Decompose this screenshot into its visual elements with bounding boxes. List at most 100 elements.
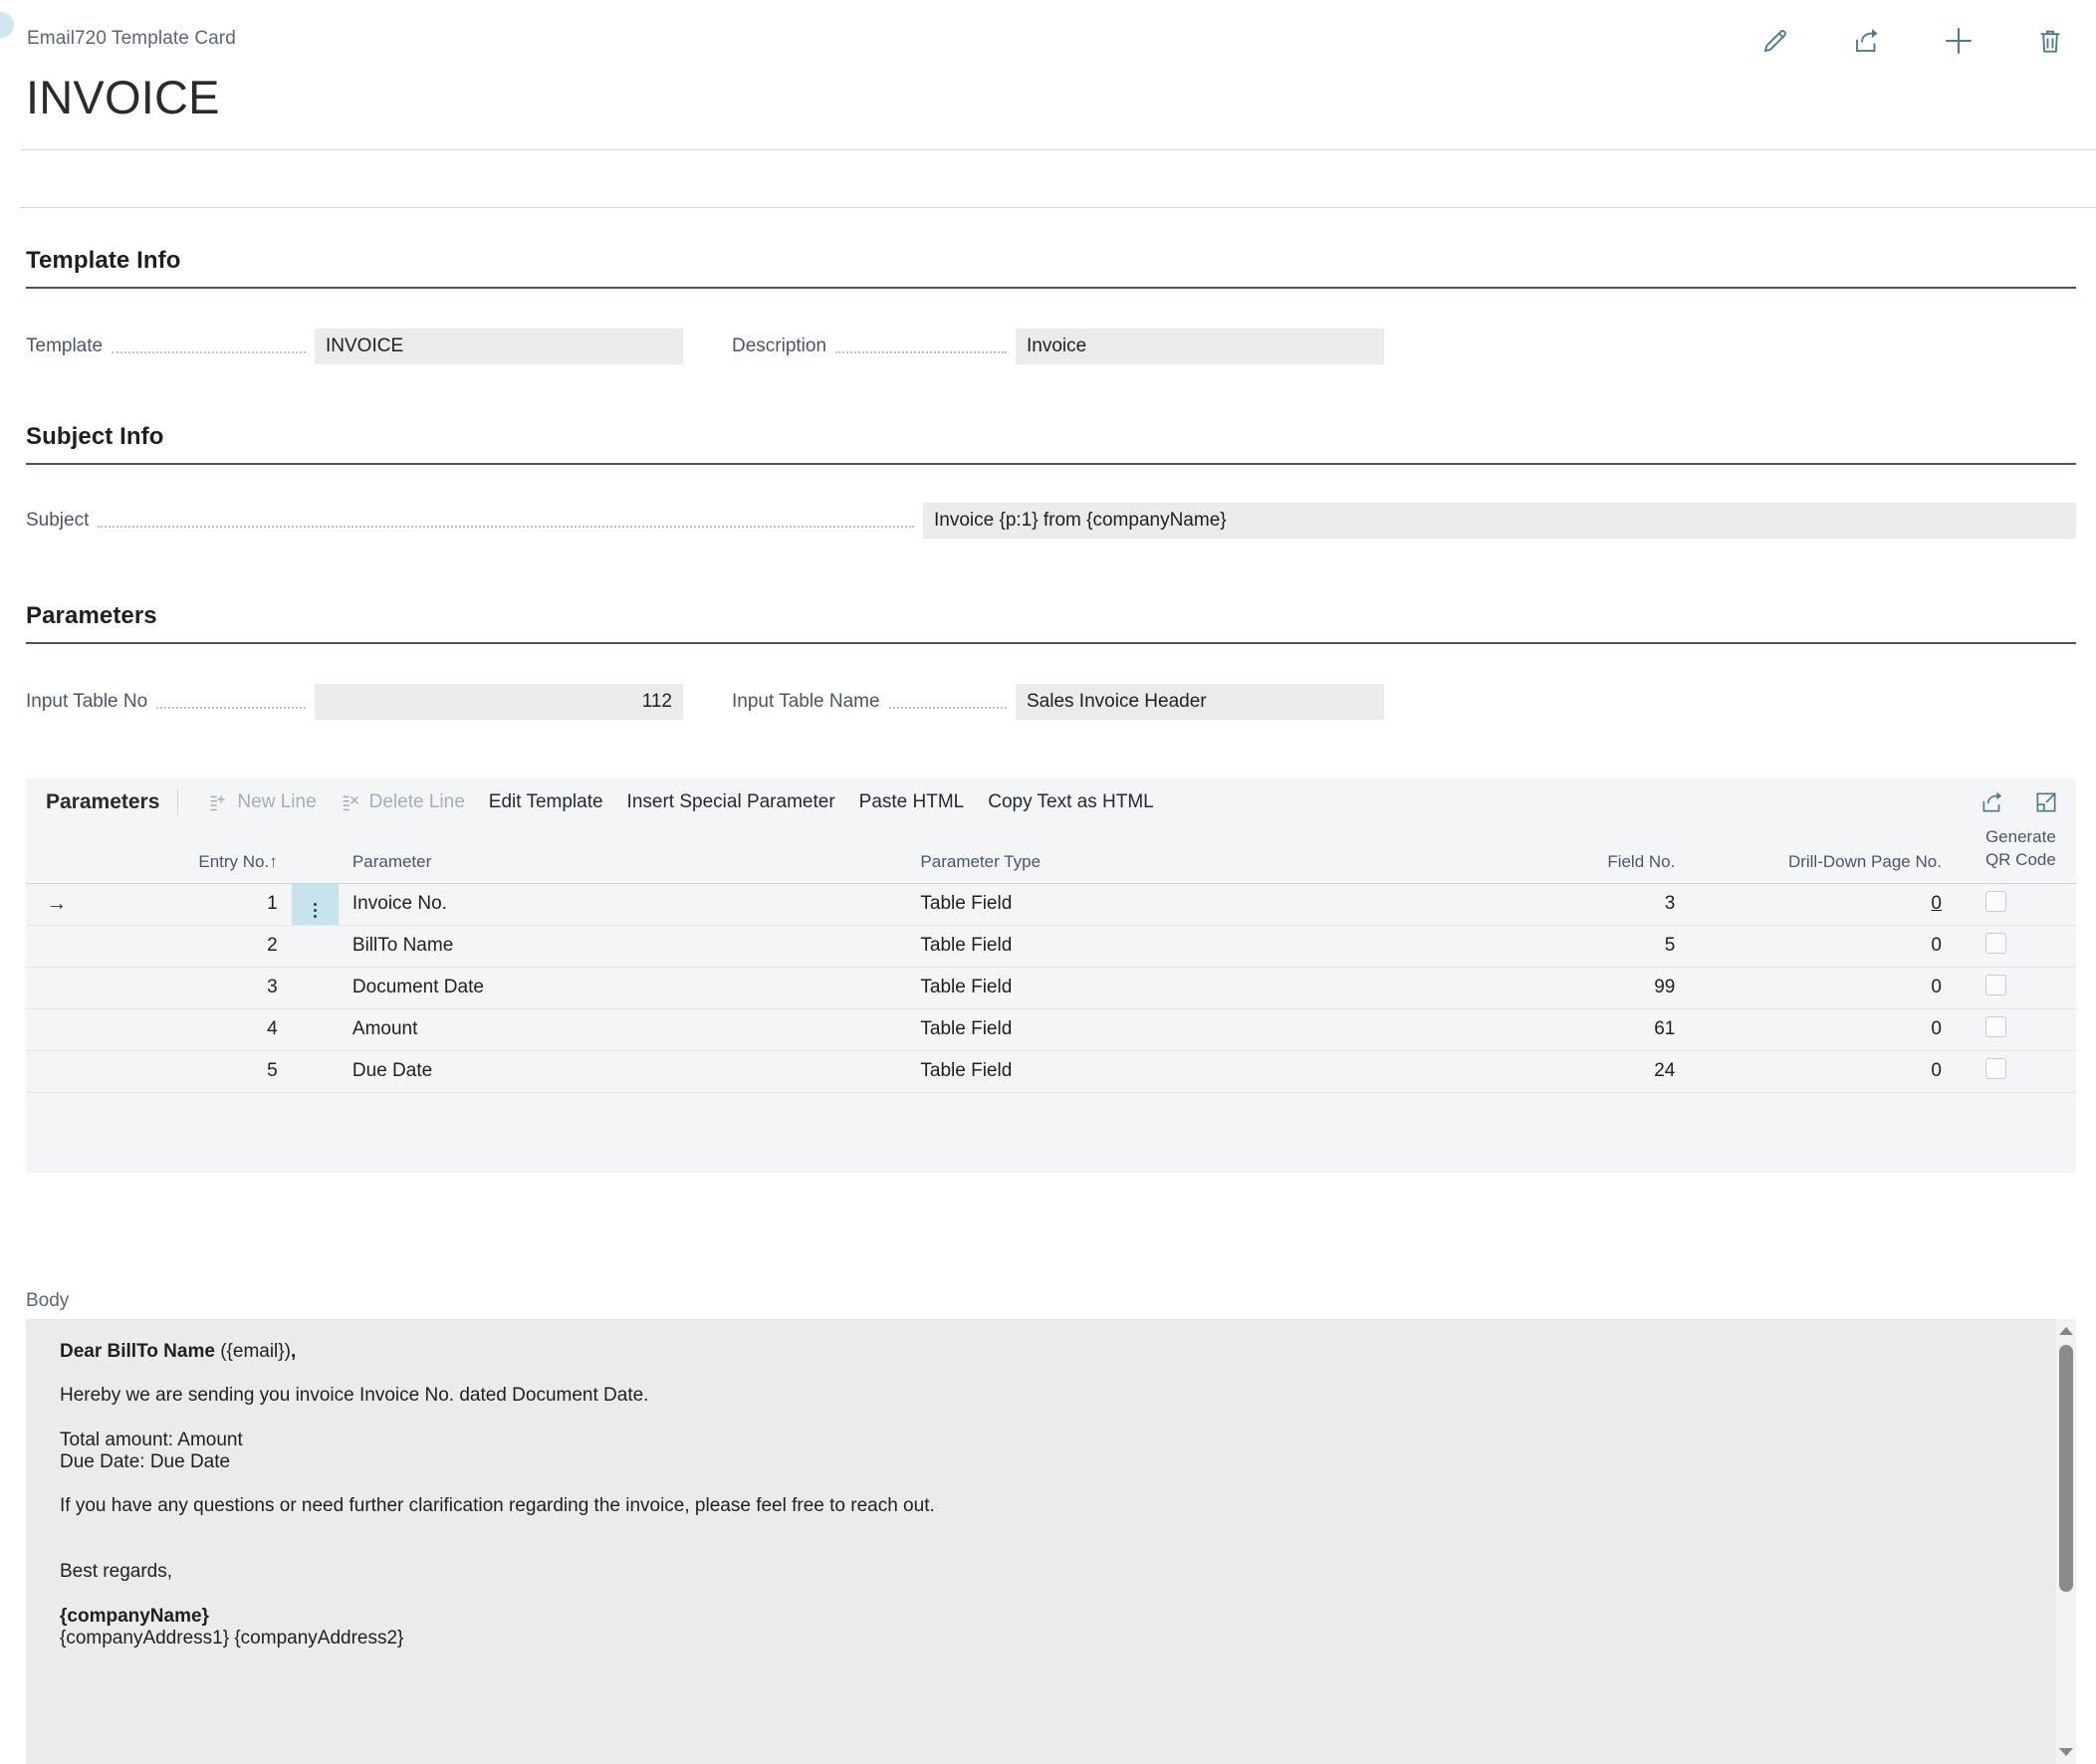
scrollbar-thumb[interactable] [2059, 1345, 2073, 1592]
body-line-6: {companyName} [60, 1605, 209, 1627]
delete-line-icon [343, 795, 358, 810]
cell-field-no[interactable]: 99 [1390, 967, 1698, 1009]
row-menu-cell[interactable] [291, 967, 339, 1009]
cell-drill-down[interactable]: 0 [1697, 967, 1958, 1009]
table-header-row: Entry No.↑ Parameter Parameter Type Fiel… [26, 826, 2076, 884]
row-menu-cell[interactable] [291, 925, 339, 968]
edit-icon [1763, 30, 1786, 53]
grid-open-in-new-button[interactable] [2024, 782, 2068, 822]
edit-button[interactable] [1730, 18, 1821, 64]
row-indicator-cell [26, 967, 88, 1009]
col-drill-down-page-no[interactable]: Drill-Down Page No. [1697, 826, 1958, 884]
col-generate-qr-code[interactable]: Generate QR Code [1957, 826, 2076, 884]
col-handle [291, 826, 339, 884]
share-button[interactable] [1821, 18, 1913, 64]
cell-parameter[interactable]: Document Date [338, 967, 911, 1009]
cell-parameter[interactable]: Due Date [338, 1050, 911, 1093]
cell-parameter-type[interactable]: Table Field [910, 1050, 1391, 1093]
row-menu-cell[interactable] [291, 1050, 339, 1093]
row-menu-cell[interactable] [291, 883, 339, 926]
delete-line-label: Delete Line [368, 791, 465, 812]
cell-parameter-type[interactable]: Table Field [910, 925, 1391, 968]
subject-field-dots [98, 514, 914, 528]
input-table-name-input[interactable]: Sales Invoice Header [1016, 684, 1384, 720]
subject-input[interactable]: Invoice {p:1} from {companyName} [923, 503, 2076, 539]
body-content[interactable]: Dear BillTo Name ({email}), Hereby we ar… [26, 1319, 2076, 1649]
delete-button[interactable] [2004, 18, 2096, 64]
table-row[interactable]: 5 Due Date Table Field 24 0 [26, 1050, 2076, 1093]
cell-generate-qr[interactable] [1957, 925, 2076, 968]
cell-parameter[interactable]: BillTo Name [338, 925, 911, 968]
cell-drill-down[interactable]: 0 [1697, 925, 1958, 968]
table-row[interactable]: 3 Document Date Table Field 99 0 [26, 967, 2076, 1009]
email-template-card-page: Email720 Template Card INVOICE Template … [0, 0, 2096, 1764]
cell-entry-no[interactable]: 5 [87, 1050, 292, 1093]
template-field-dots [112, 339, 306, 353]
cell-entry-no[interactable]: 4 [87, 1008, 292, 1051]
description-field-label: Description [732, 335, 827, 356]
cell-generate-qr[interactable] [1957, 1008, 2076, 1051]
cell-field-no[interactable]: 5 [1390, 925, 1698, 968]
col-parameter[interactable]: Parameter [338, 826, 911, 884]
insert-special-parameter-button[interactable]: Insert Special Parameter [615, 787, 847, 817]
description-input[interactable]: Invoice [1016, 329, 1384, 364]
subject-field: Subject Invoice {p:1} from {companyName} [26, 503, 2076, 539]
cell-generate-qr[interactable] [1957, 883, 2076, 926]
paste-html-button[interactable]: Paste HTML [847, 787, 977, 817]
drill-down-link[interactable]: 0 [1931, 893, 1942, 914]
subject-info-fields: Subject Invoice {p:1} from {companyName} [0, 503, 2096, 539]
new-line-button[interactable]: New Line [196, 787, 328, 817]
cell-drill-down[interactable]: 0 [1697, 1050, 1958, 1093]
cell-field-no[interactable]: 61 [1390, 1008, 1698, 1051]
share-icon [1982, 791, 2002, 812]
cell-generate-qr[interactable] [1957, 1050, 2076, 1093]
grid-share-button[interactable] [1971, 782, 2014, 822]
cell-drill-down[interactable]: 0 [1697, 1008, 1958, 1051]
delete-line-button[interactable]: Delete Line [329, 787, 477, 817]
cell-entry-no[interactable]: 3 [87, 967, 292, 1009]
body-scrollbar[interactable] [2054, 1319, 2076, 1764]
cell-parameter-type[interactable]: Table Field [910, 967, 1391, 1009]
table-row[interactable]: → 1 Invoice No. Table Field 3 0 [26, 883, 2076, 926]
scroll-down-button[interactable] [2055, 1742, 2076, 1762]
chevron-down-icon [2059, 1748, 2073, 1756]
cell-parameter-type[interactable]: Table Field [910, 1008, 1391, 1051]
cell-entry-no[interactable]: 1 [87, 883, 292, 926]
copy-text-as-html-button[interactable]: Copy Text as HTML [976, 787, 1165, 817]
generate-qr-checkbox[interactable] [1984, 1057, 2006, 1079]
body-editor[interactable]: Dear BillTo Name ({email}), Hereby we ar… [26, 1319, 2076, 1764]
breadcrumb[interactable]: Email720 Template Card [27, 28, 236, 50]
body-line-7: {companyAddress1} {companyAddress2} [60, 1627, 404, 1649]
cell-field-no[interactable]: 3 [1390, 883, 1698, 926]
table-row[interactable]: 2 BillTo Name Table Field 5 0 [26, 925, 2076, 968]
share-icon [1856, 29, 1878, 52]
body-label: Body [26, 1290, 70, 1311]
input-table-no-input[interactable]: 112 [315, 684, 683, 720]
input-table-name-field: Input Table Name Sales Invoice Header [732, 684, 1384, 720]
cell-parameter[interactable]: Invoice No. [338, 883, 911, 926]
generate-qr-checkbox[interactable] [1984, 974, 2006, 995]
col-parameter-type[interactable]: Parameter Type [910, 826, 1391, 884]
cell-parameter[interactable]: Amount [338, 1008, 911, 1051]
chevron-up-icon [2059, 1327, 2073, 1335]
new-button[interactable] [1913, 18, 2004, 64]
row-menu-cell[interactable] [291, 1008, 339, 1051]
cell-field-no[interactable]: 24 [1390, 1050, 1698, 1093]
template-field-label: Template [26, 335, 104, 356]
col-entry-no[interactable]: Entry No.↑ [87, 826, 292, 884]
cell-drill-down[interactable]: 0 [1697, 883, 1958, 926]
input-table-name-label: Input Table Name [732, 691, 880, 712]
template-input[interactable]: INVOICE [315, 329, 683, 364]
generate-qr-checkbox[interactable] [1984, 1015, 2006, 1037]
generate-qr-checkbox[interactable] [1984, 890, 2006, 912]
row-indicator-cell [26, 1008, 88, 1051]
edit-template-button[interactable]: Edit Template [477, 787, 615, 817]
scroll-up-button[interactable] [2055, 1321, 2076, 1341]
cell-parameter-type[interactable]: Table Field [910, 883, 1391, 926]
table-row[interactable]: 4 Amount Table Field 61 0 [26, 1008, 2076, 1051]
cell-generate-qr[interactable] [1957, 967, 2076, 1009]
cell-entry-no[interactable]: 2 [87, 925, 292, 968]
generate-qr-checkbox[interactable] [1984, 932, 2006, 954]
col-field-no[interactable]: Field No. [1390, 826, 1698, 884]
